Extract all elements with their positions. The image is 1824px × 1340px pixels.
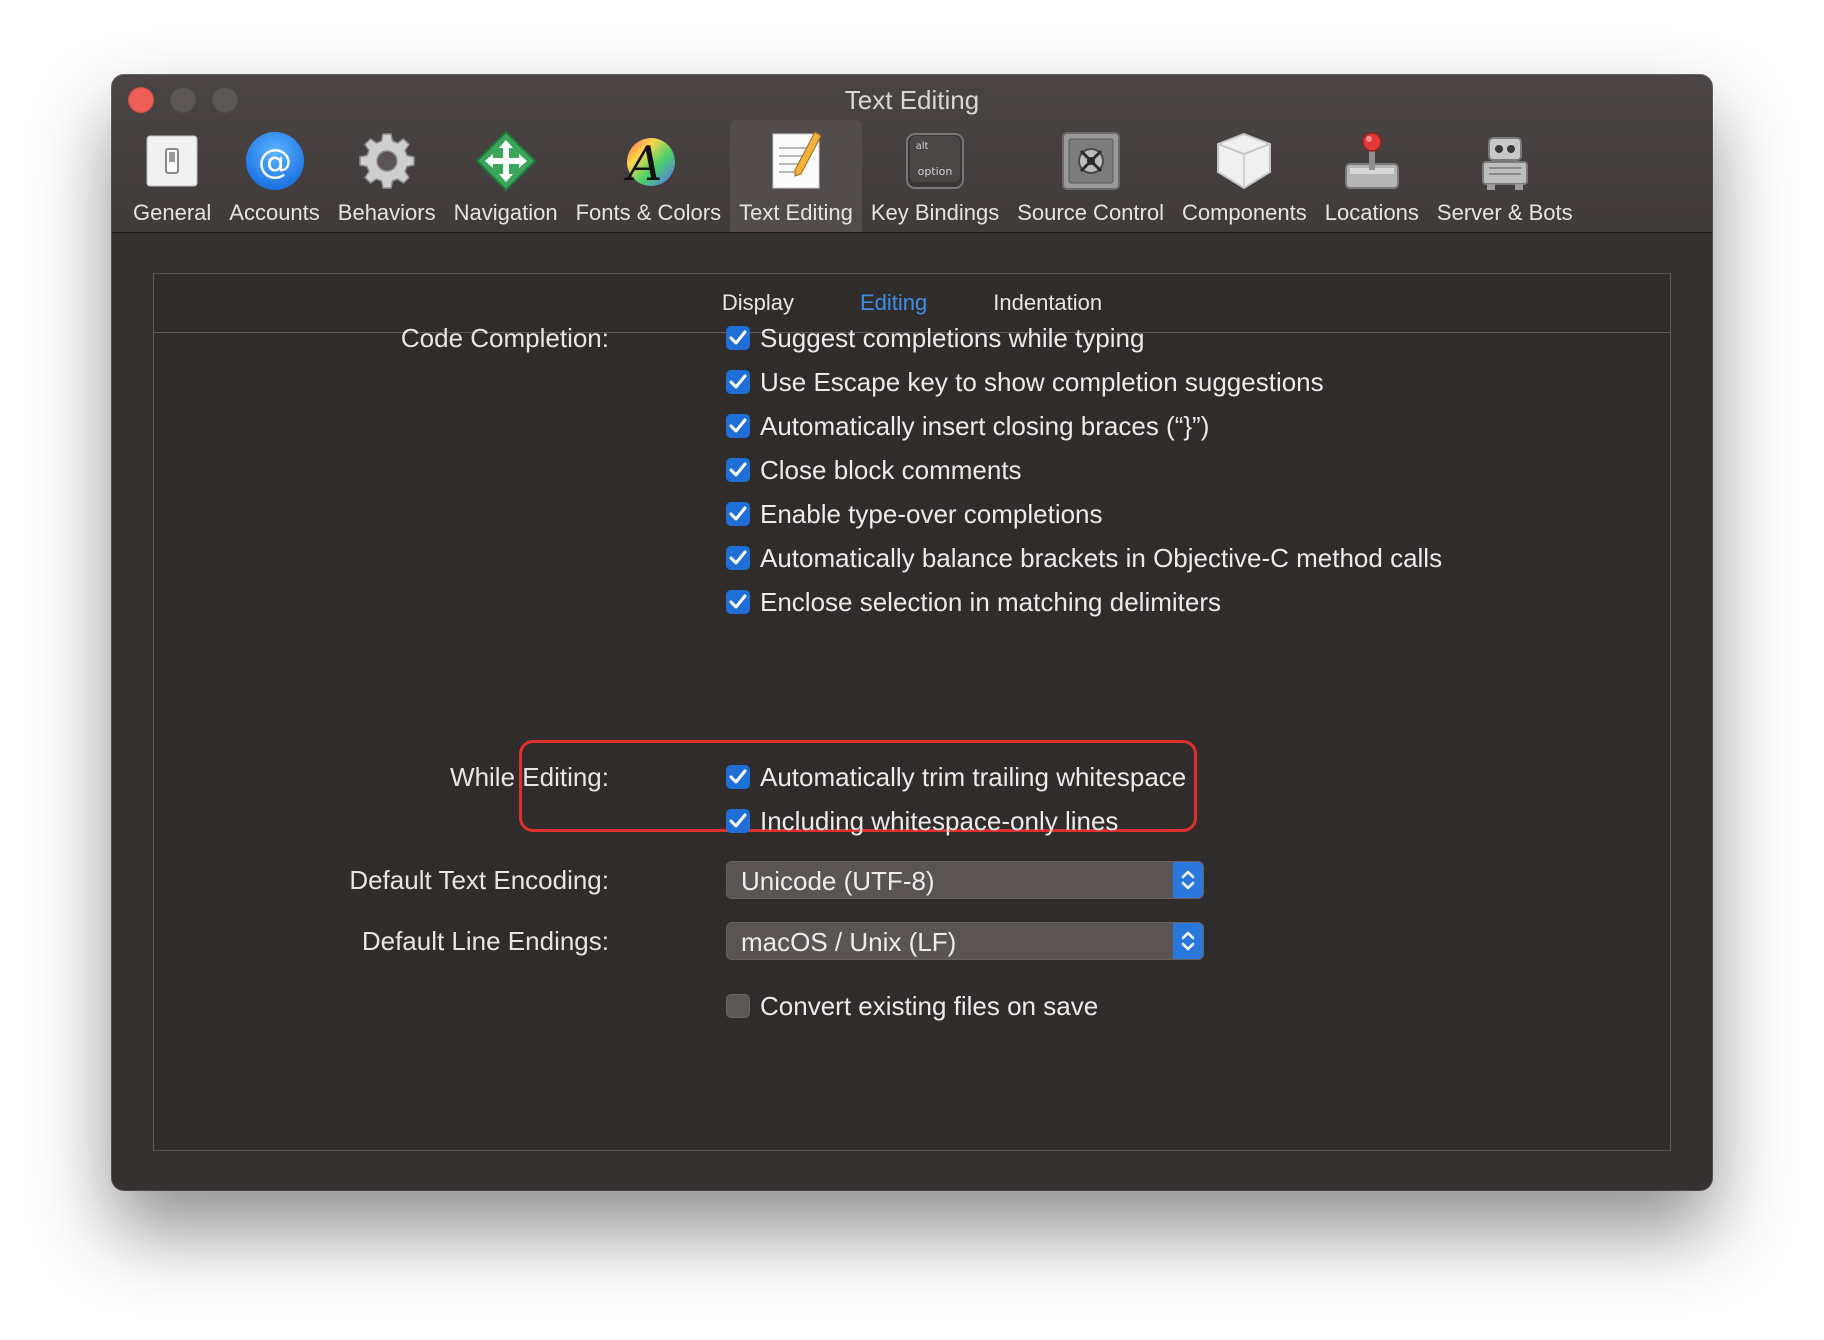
toolbar-item-label: Text Editing	[739, 200, 853, 225]
toolbar-item-label: Server & Bots	[1436, 200, 1573, 225]
vault-safe-icon	[1058, 128, 1124, 194]
option-whitespace-only-lines: Including whitespace-only lines	[726, 804, 1118, 838]
toolbar-item-label: Accounts	[229, 200, 320, 225]
window-title: Text Editing	[844, 85, 980, 115]
line-endings-popup[interactable]: macOS / Unix (LF)	[726, 922, 1204, 960]
while-editing-label: While Editing:	[450, 762, 609, 792]
line-endings-label: Default Line Endings:	[361, 926, 609, 956]
toolbar-item-key-bindings[interactable]: alt option Key Bindings	[862, 120, 1008, 232]
whitespace-only-lines-checkbox[interactable]	[726, 809, 750, 833]
convert-existing-checkbox[interactable]	[726, 994, 750, 1018]
toolbar-item-label: General	[133, 200, 212, 225]
option-suggest-completions: Suggest completions while typing	[726, 321, 1144, 355]
type-over-checkbox[interactable]	[726, 502, 750, 526]
preferences-window: Text Editing General @ Accounts Behavior…	[112, 75, 1712, 1190]
toolbar-item-navigation[interactable]: Navigation	[445, 120, 567, 232]
option-close-block-comments: Close block comments	[726, 453, 1022, 487]
text-encoding-value: Unicode (UTF-8)	[741, 866, 935, 896]
closing-braces-checkbox[interactable]	[726, 414, 750, 438]
option-label: Use Escape key to show completion sugges…	[760, 366, 1324, 397]
option-escape-key: Use Escape key to show completion sugges…	[726, 365, 1324, 399]
svg-text:@: @	[258, 142, 292, 182]
notepad-pencil-icon	[763, 128, 829, 194]
encoding-label: Default Text Encoding:	[349, 865, 609, 895]
option-label: Close block comments	[760, 454, 1022, 485]
option-label: Automatically balance brackets in Object…	[760, 542, 1443, 573]
toolbar-item-locations[interactable]: Locations	[1316, 120, 1428, 232]
component-box-icon	[1211, 128, 1277, 194]
toolbar-item-server-bots[interactable]: Server & Bots	[1428, 120, 1582, 232]
option-closing-braces: Automatically insert closing braces (“}”…	[726, 409, 1209, 443]
toolbar-item-components[interactable]: Components	[1173, 120, 1316, 232]
general-switch-icon	[139, 128, 205, 194]
toolbar-item-label: Key Bindings	[870, 200, 1000, 225]
toolbar-item-accounts[interactable]: @ Accounts	[220, 120, 329, 232]
enclose-selection-checkbox[interactable]	[726, 590, 750, 614]
toolbar-item-label: Behaviors	[337, 200, 436, 225]
option-label: Automatically insert closing braces (“}”…	[760, 410, 1210, 441]
navigation-arrows-icon	[473, 128, 539, 194]
title-bar: Text Editing General @ Accounts Behavior…	[112, 75, 1712, 233]
chevron-updown-icon	[1173, 862, 1203, 898]
toolbar-item-general[interactable]: General	[124, 120, 220, 232]
option-label: Enclose selection in matching delimiters	[760, 586, 1221, 617]
option-label: Automatically trim trailing whitespace	[760, 761, 1187, 792]
option-balance-brackets: Automatically balance brackets in Object…	[726, 541, 1442, 575]
option-type-over: Enable type-over completions	[726, 497, 1103, 531]
escape-key-checkbox[interactable]	[726, 370, 750, 394]
option-key-icon: alt option	[902, 128, 968, 194]
option-key-option-label: option	[918, 165, 953, 178]
tab-display[interactable]: Display	[722, 290, 794, 316]
suggest-completions-checkbox[interactable]	[726, 326, 750, 350]
text-encoding-popup[interactable]: Unicode (UTF-8)	[726, 861, 1204, 899]
toolbar-item-behaviors[interactable]: Behaviors	[329, 120, 445, 232]
balance-brackets-checkbox[interactable]	[726, 546, 750, 570]
toolbar-item-label: Navigation	[453, 200, 558, 225]
option-convert-existing: Convert existing files on save	[726, 989, 1098, 1023]
option-label: Including whitespace-only lines	[760, 805, 1119, 836]
toolbar-item-text-editing[interactable]: Text Editing	[730, 120, 862, 232]
toolbar-item-fonts-colors[interactable]: A Fonts & Colors	[567, 120, 731, 232]
toolbar-item-label: Source Control	[1017, 200, 1164, 225]
option-label: Enable type-over completions	[760, 498, 1103, 529]
option-trim-whitespace: Automatically trim trailing whitespace	[726, 760, 1186, 794]
preferences-toolbar: General @ Accounts Behaviors Navigation …	[124, 120, 1582, 232]
option-label: Convert existing files on save	[760, 990, 1099, 1021]
option-label: Suggest completions while typing	[760, 322, 1145, 353]
gear-icon	[354, 128, 420, 194]
joystick-drive-icon	[1339, 128, 1405, 194]
trim-whitespace-checkbox[interactable]	[726, 765, 750, 789]
toolbar-item-label: Components	[1181, 200, 1307, 225]
toolbar-item-label: Locations	[1324, 200, 1419, 225]
option-enclose-selection: Enclose selection in matching delimiters	[726, 585, 1221, 619]
tab-indentation[interactable]: Indentation	[993, 290, 1102, 316]
code-completion-label: Code Completion:	[400, 323, 609, 353]
tab-editing[interactable]: Editing	[860, 290, 927, 316]
chevron-updown-icon	[1173, 923, 1203, 959]
font-letter-icon: A	[615, 128, 681, 194]
toolbar-item-source-control[interactable]: Source Control	[1008, 120, 1173, 232]
option-key-alt-label: alt	[916, 141, 929, 152]
line-endings-value: macOS / Unix (LF)	[741, 927, 957, 957]
at-sign-icon: @	[242, 128, 308, 194]
robot-icon	[1472, 128, 1538, 194]
svg-text:A: A	[624, 136, 663, 192]
close-block-comments-checkbox[interactable]	[726, 458, 750, 482]
toolbar-item-label: Fonts & Colors	[575, 200, 722, 225]
